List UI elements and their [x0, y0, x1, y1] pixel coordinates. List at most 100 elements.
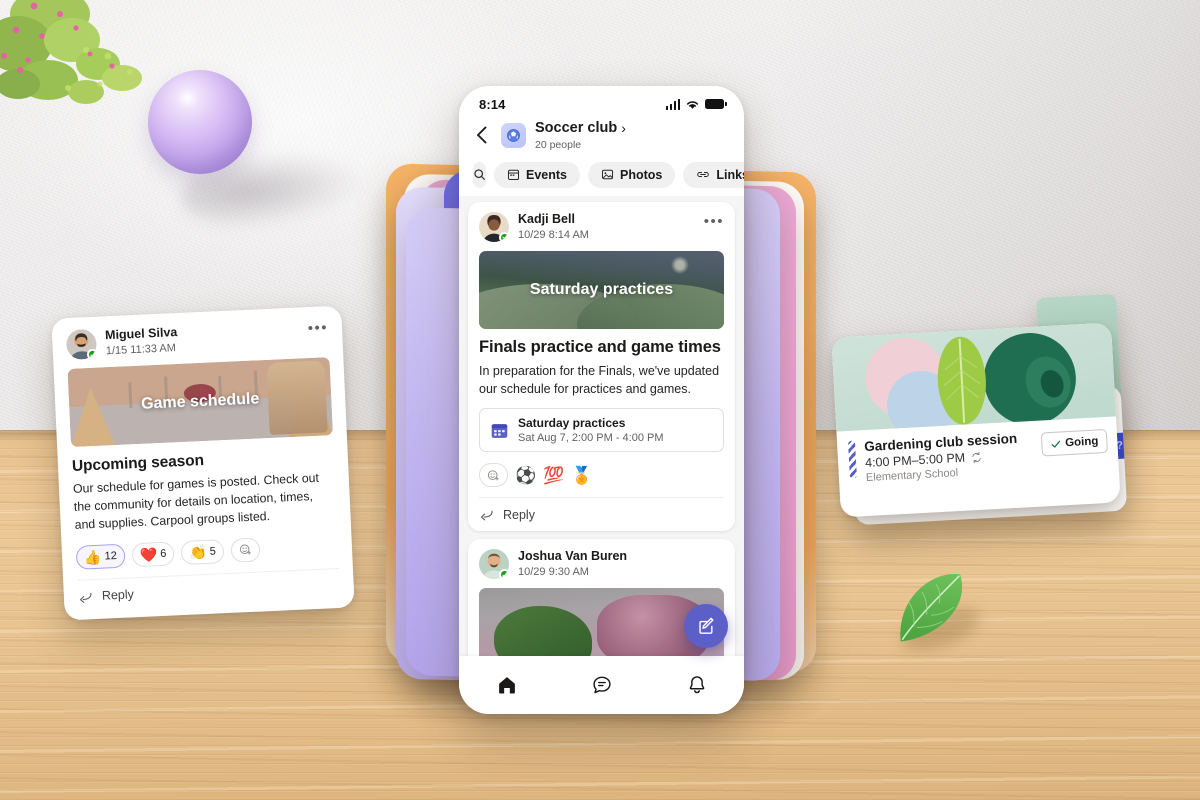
calendar-icon [507, 170, 520, 181]
chat-icon [592, 676, 611, 694]
post-hero-image: Saturday practices [479, 250, 724, 329]
post-title: Finals practice and game times [479, 337, 721, 356]
reactions-row: 👍 12 ❤️ 6 👏 5 [75, 534, 339, 570]
pill-photos[interactable]: Photos [588, 161, 676, 188]
pill-links-label: Links [716, 167, 744, 182]
phone-device: 8:14 Soccer club › 20 people Events Phot… [459, 86, 744, 714]
group-meta[interactable]: Soccer club › 20 people [535, 120, 626, 151]
chevron-left-icon [477, 126, 487, 144]
medal-emoji-icon[interactable]: 🏅 [571, 467, 592, 484]
gardening-card-image [831, 322, 1117, 432]
pill-events[interactable]: Events [494, 161, 580, 188]
avatar [479, 211, 509, 242]
status-time: 8:14 [479, 96, 506, 112]
link-icon [697, 172, 710, 178]
battery-full-icon [705, 99, 727, 109]
group-title: Soccer club [535, 120, 618, 136]
event-name: Saturday practices [518, 416, 626, 431]
post-event-card[interactable]: Saturday practices Sat Aug 7, 2:00 PM - … [479, 408, 724, 453]
reply-label: Reply [503, 507, 535, 522]
event-color-stripe [847, 440, 857, 479]
purple-sphere [148, 70, 252, 174]
chat-header: Soccer club › 20 people [459, 116, 744, 157]
rsvp-going-button[interactable]: Going [1040, 428, 1108, 457]
reply-arrow-icon [480, 510, 493, 521]
gardening-card-body: Gardening club session 4:00 PM–5:00 PM E… [836, 416, 1119, 495]
add-reaction-icon [487, 470, 499, 481]
post-author-block: Joshua Van Buren 10/29 9:30 AM [518, 549, 724, 579]
reaction-heart[interactable]: ❤️ 6 [131, 541, 175, 567]
post-timestamp: 10/29 8:14 AM [518, 228, 589, 241]
pill-events-label: Events [526, 167, 567, 182]
add-reaction-button[interactable] [230, 537, 261, 563]
group-avatar[interactable] [501, 122, 526, 148]
post-header: Joshua Van Buren 10/29 9:30 AM [479, 549, 724, 580]
hundred-emoji-icon[interactable]: 💯 [543, 467, 564, 484]
back-button[interactable] [471, 124, 493, 146]
wifi-icon [686, 100, 699, 109]
post-body: In preparation for the Finals, we've upd… [479, 363, 720, 397]
presence-available-icon [86, 348, 98, 361]
thumbsup-emoji-icon: 👍 [83, 548, 102, 566]
post-author: Joshua Van Buren [518, 549, 628, 564]
presence-available-icon [499, 569, 509, 580]
pill-search[interactable] [473, 161, 486, 188]
status-icons [665, 98, 727, 110]
miguel-silva-post-card[interactable]: Miguel Silva 1/15 11:33 AM ••• Game sche… [51, 305, 355, 621]
compose-pencil-icon [698, 617, 713, 634]
scene: ? Bellevue Downtown Park [0, 0, 1200, 800]
chevron-right-icon: › [621, 120, 626, 137]
pill-links[interactable]: Links [683, 161, 744, 188]
photo-icon [601, 170, 614, 180]
left-card-hero-image: Game schedule [67, 357, 333, 448]
rsvp-going-label: Going [1064, 435, 1099, 450]
pill-photos-label: Photos [620, 167, 663, 182]
more-options-icon[interactable]: ••• [307, 318, 328, 337]
post-author-block: Kadji Bell 10/29 8:14 AM [518, 212, 704, 242]
group-title-row: Soccer club › [535, 120, 626, 137]
reaction-thumbsup[interactable]: 👍 12 [75, 543, 126, 570]
add-reaction-button[interactable] [479, 463, 508, 488]
post-author: Kadji Bell [518, 211, 575, 226]
post-timestamp: 10/29 9:30 AM [518, 566, 589, 579]
reply-button[interactable]: Reply [77, 567, 341, 605]
gardening-event-card[interactable]: Gardening club session 4:00 PM–5:00 PM E… [831, 322, 1121, 518]
filter-pill-bar: Events Photos Links [459, 157, 744, 196]
left-card-header: Miguel Silva 1/15 11:33 AM ••• [65, 318, 329, 361]
left-card-author-block: Miguel Silva 1/15 11:33 AM [105, 319, 309, 358]
home-icon [498, 677, 515, 694]
cellular-bars-icon [665, 98, 680, 110]
bottom-tab-bar [459, 656, 744, 714]
reaction-count: 5 [209, 545, 217, 558]
reply-label: Reply [101, 587, 135, 603]
search-icon [474, 169, 485, 181]
post-item[interactable]: Kadji Bell 10/29 8:14 AM ••• Saturday pr… [468, 201, 735, 532]
post-header: Kadji Bell 10/29 8:14 AM ••• [479, 211, 724, 242]
tab-chat[interactable] [574, 665, 630, 705]
gardening-photo-icon [865, 333, 1076, 432]
tab-home[interactable] [479, 665, 535, 705]
avatar [479, 549, 509, 580]
event-time: Sat Aug 7, 2:00 PM - 4:00 PM [518, 432, 664, 445]
soccer-ball-icon [507, 128, 520, 142]
tab-activity[interactable] [669, 665, 725, 705]
reaction-clap[interactable]: 👏 5 [180, 538, 225, 565]
reaction-count: 6 [159, 547, 167, 560]
repeat-icon [972, 451, 981, 463]
compose-button[interactable] [684, 604, 728, 648]
calendar-event-icon [491, 423, 508, 438]
more-options-icon[interactable]: ••• [704, 212, 724, 230]
reply-button[interactable]: Reply [479, 497, 724, 522]
reply-arrow-icon [79, 592, 92, 603]
heart-emoji-icon: ❤️ [139, 545, 158, 563]
add-reaction-icon [239, 544, 251, 555]
post-body: Our schedule for games is posted. Check … [72, 470, 320, 532]
check-icon [1051, 440, 1060, 448]
avatar [65, 328, 98, 361]
reactions-row: ⚽ 💯 🏅 [479, 463, 724, 488]
presence-available-icon [499, 231, 509, 242]
group-subtitle: 20 people [535, 138, 582, 151]
post-hero-label: Saturday practices [529, 280, 674, 298]
clap-emoji-icon: 👏 [188, 543, 208, 561]
soccer-emoji-icon[interactable]: ⚽ [515, 467, 536, 484]
